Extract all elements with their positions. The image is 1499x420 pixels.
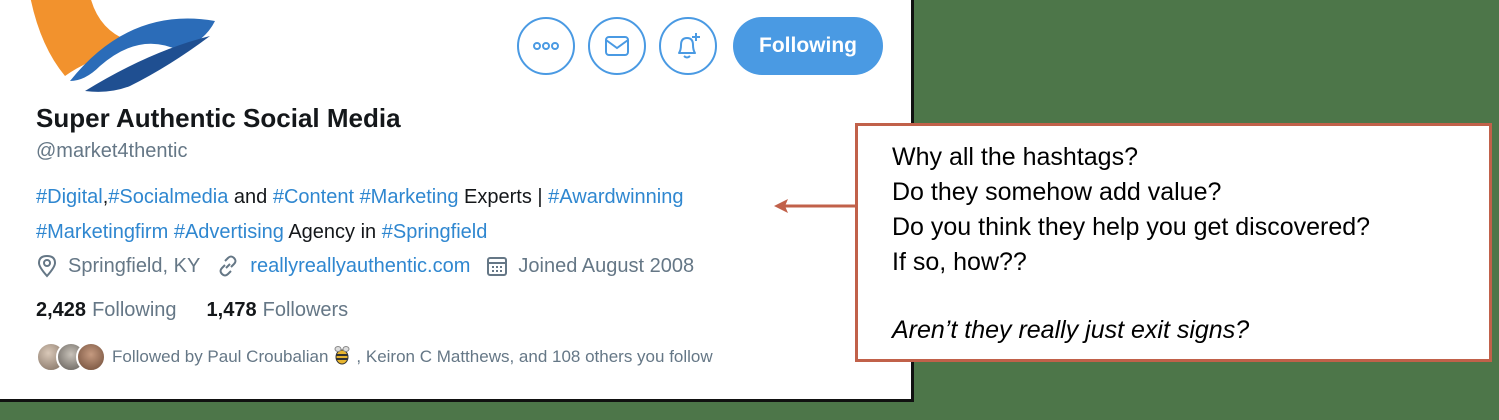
hashtag-link[interactable]: #Marketingfirm (36, 221, 168, 243)
bio-text: and (228, 186, 273, 208)
note-line: Do you think they help you get discovere… (892, 213, 1371, 241)
calendar-icon (487, 257, 508, 276)
hashtag-link[interactable]: #Springfield (382, 221, 488, 243)
note-line: Do they somehow add value? (892, 178, 1222, 206)
joined-date: Joined August 2008 (486, 255, 694, 278)
annotation-text: Why all the hashtags? Do they somehow ad… (892, 140, 1370, 348)
message-button[interactable] (588, 17, 646, 75)
joined-text: Joined August 2008 (518, 254, 695, 277)
followed-by-prefix: Followed by Paul Croubalian (112, 347, 329, 366)
hashtag-link[interactable]: #Awardwinning (548, 186, 683, 208)
following-button[interactable]: Following (733, 17, 883, 75)
followers-label: Followers (262, 299, 349, 321)
bio-line-2: #Marketingfirm #Advertising Agency in #S… (36, 215, 896, 250)
followers-count[interactable]: 1,478 Followers (207, 299, 349, 322)
website-link[interactable]: reallyreallyauthentic.com (250, 255, 470, 278)
link-icon (219, 255, 237, 277)
note-line: If so, how?? (892, 248, 1027, 276)
more-button[interactable] (517, 17, 575, 75)
note-question: Aren’t they really just exit signs? (892, 316, 1250, 344)
notify-button[interactable] (659, 17, 717, 75)
following-label: Following (92, 299, 177, 321)
website: reallyreallyauthentic.com (216, 254, 470, 278)
bio-text: Experts | (458, 186, 549, 208)
following-count[interactable]: 2,428 Following (36, 299, 177, 322)
profile-handle: @market4thentic (36, 140, 188, 162)
arrow-icon (774, 199, 858, 213)
avatar (76, 342, 106, 372)
mail-icon (605, 36, 629, 56)
profile-actions: Following (517, 17, 883, 75)
more-icon (533, 42, 559, 50)
bio-text: Agency in (283, 221, 382, 243)
hashtag-link[interactable]: #Advertising (174, 221, 284, 243)
hashtag-link[interactable]: #Socialmedia (108, 186, 228, 208)
follow-counts: 2,428 Following 1,478 Followers (36, 299, 378, 322)
hashtag-link[interactable]: #Marketing (360, 186, 459, 208)
followers-number: 1,478 (206, 299, 257, 321)
followed-by-suffix: , Keiron C Matthews, and 108 others you … (356, 347, 713, 366)
profile-meta: Springfield, KY reallyreallyauthentic.co… (36, 254, 710, 278)
profile-bio: #Digital,#Socialmedia and #Content #Mark… (36, 180, 896, 250)
bee-icon (332, 345, 352, 370)
followed-by[interactable]: Followed by Paul Croubalian , Keiron C M… (36, 342, 713, 372)
location-text: Springfield, KY (68, 254, 201, 277)
following-number: 2,428 (36, 299, 87, 321)
profile-logo[interactable] (30, 0, 230, 94)
location: Springfield, KY (36, 254, 200, 278)
hashtag-link[interactable]: #Digital (36, 186, 103, 208)
bio-line-1: #Digital,#Socialmedia and #Content #Mark… (36, 180, 896, 215)
annotation-box: Why all the hashtags? Do they somehow ad… (855, 123, 1492, 362)
note-line: Why all the hashtags? (892, 143, 1138, 171)
profile-name: Super Authentic Social Media (36, 103, 401, 133)
follower-avatars (36, 342, 106, 372)
hashtag-link[interactable]: #Content (273, 186, 354, 208)
bell-plus-icon (678, 33, 700, 59)
location-pin-icon (37, 254, 57, 278)
